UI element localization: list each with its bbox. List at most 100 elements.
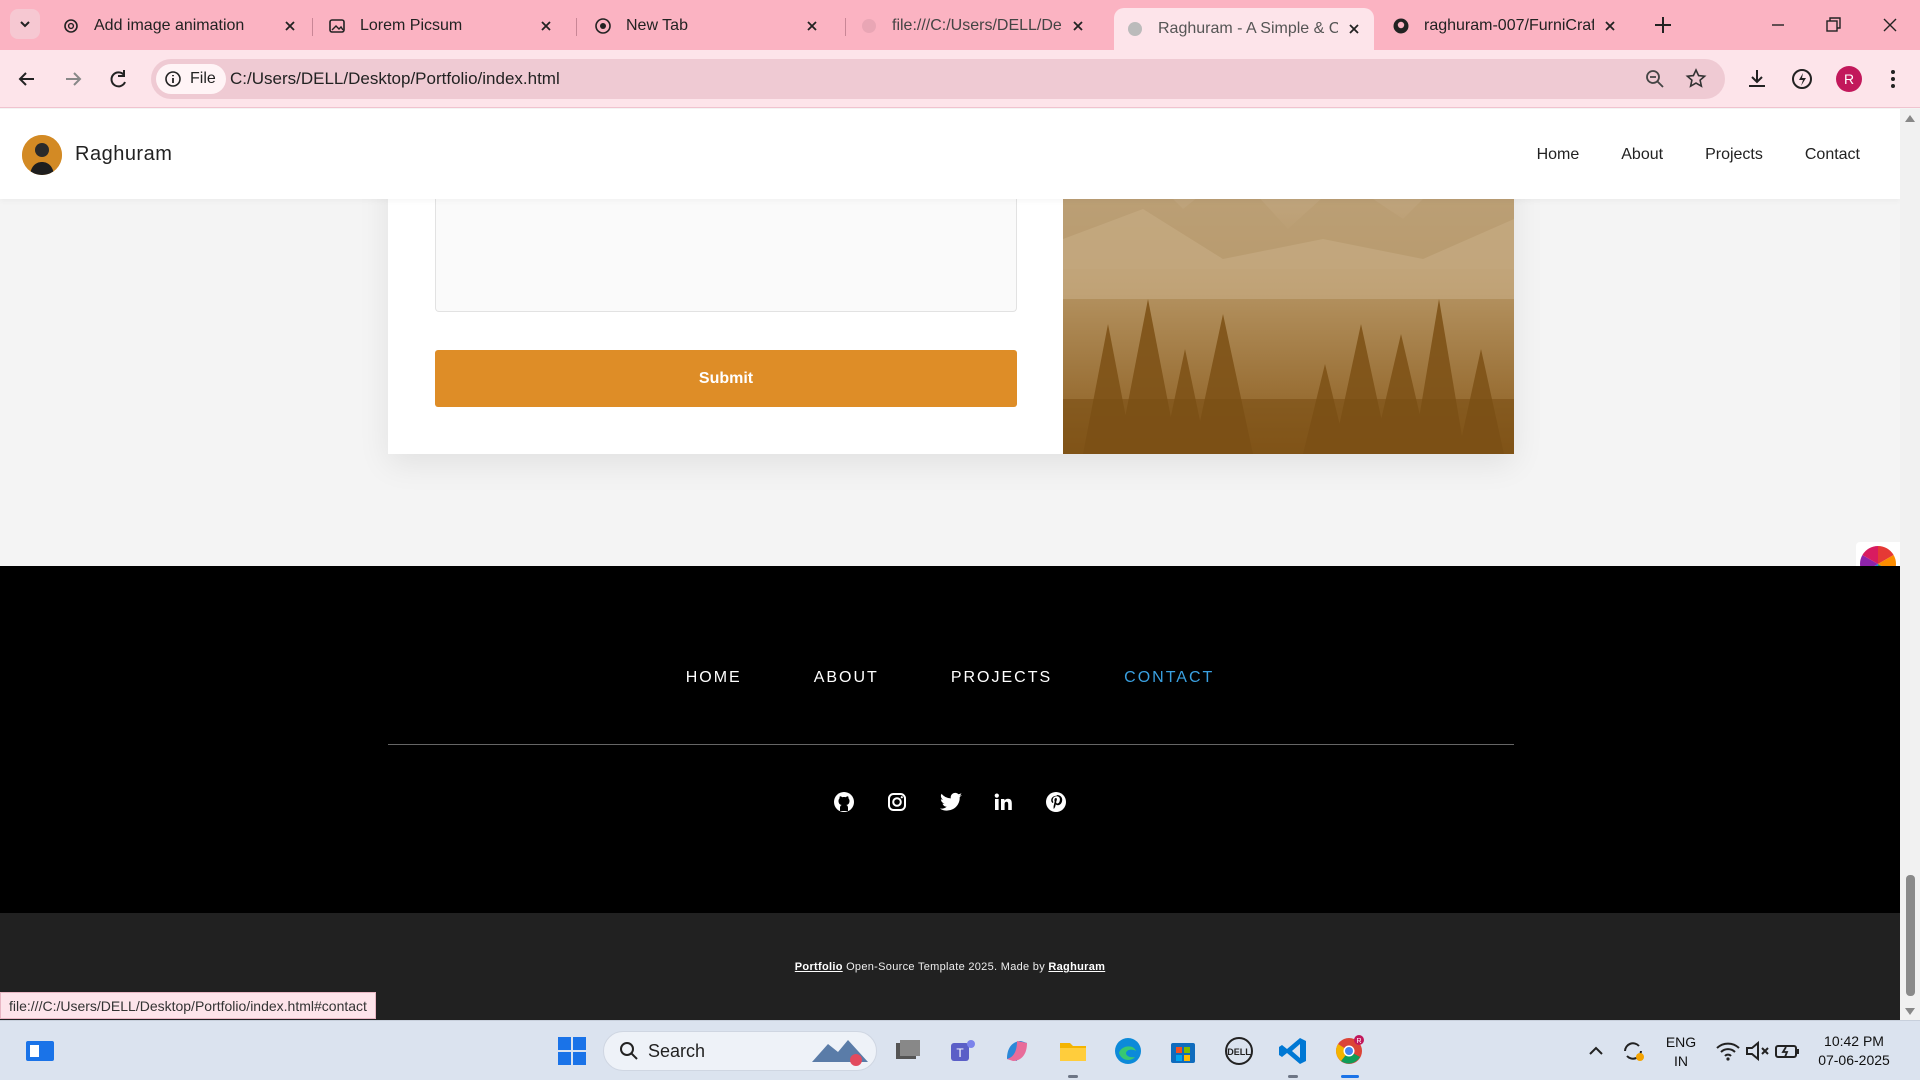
close-icon[interactable] (538, 18, 554, 34)
zoom-icon[interactable] (1643, 67, 1667, 91)
nav-home[interactable]: Home (1537, 146, 1580, 164)
minimize-icon[interactable] (1765, 12, 1791, 38)
close-icon[interactable] (1070, 18, 1086, 34)
restore-icon[interactable] (1820, 12, 1846, 38)
wifi-icon[interactable] (1712, 1035, 1744, 1067)
brand-avatar[interactable] (22, 135, 62, 175)
browser-toolbar: File C:/Users/DELL/Desktop/Portfolio/ind… (0, 50, 1920, 108)
status-bar-url: file:///C:/Users/DELL/Desktop/Portfolio/… (0, 992, 376, 1019)
extension-icon[interactable] (1788, 65, 1816, 93)
task-view-icon[interactable] (892, 1035, 924, 1067)
linkedin-icon[interactable] (992, 791, 1014, 813)
tab-github-furnicraft[interactable]: raghuram-007/FurniCraft- (1380, 8, 1630, 44)
running-indicator (1068, 1075, 1078, 1078)
footer-nav-about[interactable]: ABOUT (814, 669, 879, 687)
web-page-viewport: Raghuram Home About Projects Contact Sub… (0, 109, 1900, 1020)
url-text: C:/Users/DELL/Desktop/Portfolio/index.ht… (230, 69, 560, 88)
credit-text: Open-Source Template 2025. Made by (842, 961, 1049, 973)
tab-title: file:///C:/Users/DELL/Deskt (892, 17, 1062, 34)
tray-chevron-up-icon[interactable] (1580, 1035, 1612, 1067)
edge-icon[interactable] (1112, 1035, 1144, 1067)
footer-divider (388, 744, 1514, 745)
nav-about[interactable]: About (1621, 146, 1663, 164)
footer-nav-contact[interactable]: CONTACT (1124, 669, 1214, 687)
windows-start-icon[interactable] (556, 1035, 588, 1067)
close-icon[interactable] (804, 18, 820, 34)
new-tab-plus-icon[interactable] (1650, 12, 1676, 38)
widgets-icon[interactable] (24, 1035, 56, 1067)
twitter-icon[interactable] (939, 791, 962, 813)
menu-dots-icon[interactable] (1879, 65, 1907, 93)
tab-bar: Add image animation Lorem Picsum New Tab… (0, 0, 1920, 50)
tab-lorem-picsum[interactable]: Lorem Picsum (316, 8, 566, 44)
address-bar[interactable]: File C:/Users/DELL/Desktop/Portfolio/ind… (151, 59, 1725, 99)
battery-icon[interactable] (1771, 1035, 1803, 1067)
language-indicator[interactable]: ENG IN (1660, 1033, 1702, 1071)
svg-text:DELL: DELL (1227, 1047, 1251, 1057)
tab-search-button[interactable] (10, 9, 40, 39)
footer-nav: HOME ABOUT PROJECTS CONTACT (0, 669, 1900, 687)
tab-file-desktop[interactable]: file:///C:/Users/DELL/Deskt (848, 8, 1098, 44)
instagram-icon[interactable] (886, 791, 908, 813)
scroll-thumb[interactable] (1906, 875, 1915, 996)
profile-avatar[interactable]: R (1836, 66, 1862, 92)
back-arrow-icon[interactable] (12, 64, 42, 94)
region-code: IN (1674, 1053, 1688, 1069)
nav-contact[interactable]: Contact (1805, 146, 1860, 164)
tab-title: Add image animation (94, 17, 245, 34)
sync-icon[interactable] (1617, 1035, 1649, 1067)
taskbar-search-label: Search (648, 1040, 706, 1061)
credit-portfolio-link[interactable]: Portfolio (795, 961, 843, 973)
footer-nav-projects[interactable]: PROJECTS (951, 669, 1052, 687)
tab-separator (845, 18, 846, 36)
close-window-icon[interactable] (1877, 12, 1903, 38)
tab-title: New Tab (626, 17, 688, 34)
scroll-down-arrow-icon[interactable] (1904, 1007, 1916, 1017)
tab-add-image-animation[interactable]: Add image animation (50, 8, 310, 44)
taskbar-search[interactable]: Search (603, 1031, 877, 1071)
microsoft-store-icon[interactable] (1167, 1035, 1199, 1067)
site-nav: Home About Projects Contact (1537, 146, 1860, 164)
running-indicator-active (1341, 1075, 1359, 1078)
tab-raghuram-portfolio[interactable]: Raghuram - A Simple & Cl (1114, 8, 1374, 50)
chevron-down-icon (20, 21, 30, 28)
tab-title: raghuram-007/FurniCraft- (1424, 17, 1594, 34)
submit-button[interactable]: Submit (435, 350, 1017, 407)
copilot-icon[interactable] (1001, 1035, 1033, 1067)
pinterest-icon[interactable] (1045, 791, 1067, 813)
brand-name[interactable]: Raghuram (75, 143, 172, 166)
search-icon (620, 1042, 638, 1060)
clock[interactable]: 10:42 PM 07-06-2025 (1810, 1032, 1898, 1070)
github-icon[interactable] (833, 791, 855, 813)
volume-muted-icon[interactable] (1741, 1035, 1773, 1067)
tab-new-tab[interactable]: New Tab (582, 8, 832, 44)
dell-icon[interactable]: DELL (1223, 1035, 1255, 1067)
credit-author-link[interactable]: Raghuram (1048, 961, 1105, 973)
teams-icon[interactable]: T (947, 1035, 979, 1067)
nav-projects[interactable]: Projects (1705, 146, 1763, 164)
close-icon[interactable] (1346, 21, 1362, 37)
download-icon[interactable] (1743, 65, 1771, 93)
info-icon (165, 71, 181, 87)
clock-date: 07-06-2025 (1818, 1052, 1890, 1068)
chrome-taskbar-icon[interactable]: R (1333, 1035, 1365, 1067)
site-header: Raghuram Home About Projects Contact (0, 109, 1900, 199)
message-textarea[interactable] (435, 199, 1017, 312)
file-explorer-icon[interactable] (1057, 1035, 1089, 1067)
forward-arrow-icon[interactable] (58, 64, 88, 94)
social-links (0, 791, 1900, 813)
tab-title: Raghuram - A Simple & Cl (1158, 20, 1338, 37)
site-info-chip[interactable]: File (156, 64, 226, 94)
bookmark-star-icon[interactable] (1684, 67, 1708, 91)
footer-nav-home[interactable]: HOME (686, 669, 742, 687)
close-icon[interactable] (282, 18, 298, 34)
vscode-icon[interactable] (1277, 1035, 1309, 1067)
scroll-up-arrow-icon[interactable] (1904, 113, 1916, 123)
reload-icon[interactable] (103, 64, 133, 94)
tab-title: Lorem Picsum (360, 17, 463, 34)
github-icon (1393, 18, 1409, 34)
svg-text:R: R (1356, 1038, 1361, 1045)
page-scrollbar[interactable] (1900, 109, 1920, 1020)
close-icon[interactable] (1602, 18, 1618, 34)
globe-icon (862, 19, 876, 33)
